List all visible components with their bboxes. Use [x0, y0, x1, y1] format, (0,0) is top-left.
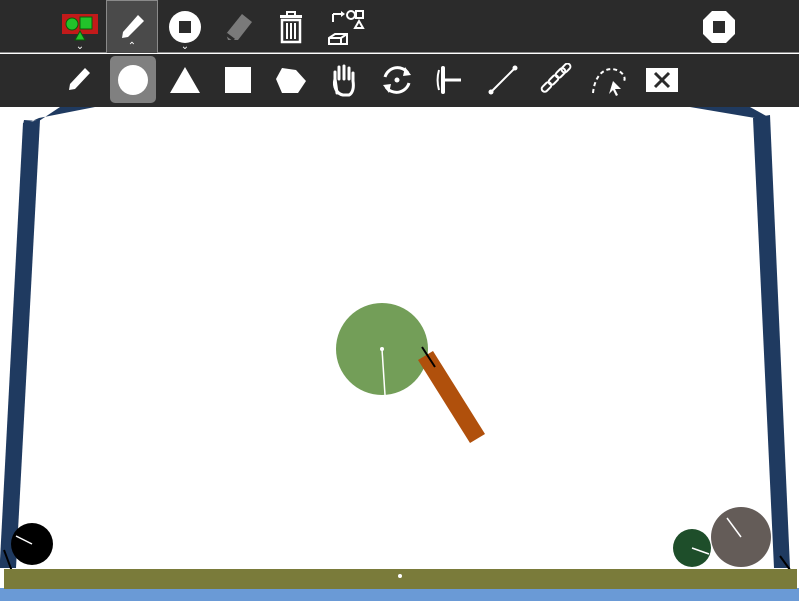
delete-all-button[interactable] — [266, 0, 316, 53]
physics-canvas[interactable] — [0, 107, 799, 601]
pencil-tool-button[interactable] — [56, 56, 102, 104]
chain-icon — [540, 63, 572, 93]
fixate-tool-button[interactable] — [427, 56, 473, 104]
square-shape-button[interactable] — [215, 56, 261, 104]
import-export-icon — [328, 9, 365, 45]
polygon-shape-button[interactable] — [268, 56, 314, 104]
triangle-shape-button[interactable] — [162, 56, 208, 104]
hand-icon — [333, 64, 355, 97]
delete-tool-button[interactable] — [639, 56, 685, 104]
black-ball[interactable] — [11, 523, 53, 565]
close-icon — [646, 68, 678, 92]
trace-icon — [592, 68, 626, 96]
fixate-icon — [436, 66, 461, 94]
circle-tool-button[interactable]: ⌄ — [160, 0, 210, 53]
square-icon — [225, 67, 251, 93]
right-wall — [690, 107, 794, 575]
polygon-icon — [276, 68, 306, 93]
circle-tool-icon — [169, 10, 201, 43]
trash-icon — [280, 10, 302, 43]
import-export-button[interactable] — [320, 0, 370, 53]
main-toolbar: ⌄ ⌃ ⌄ — [0, 0, 799, 53]
left-wall — [0, 107, 95, 575]
rotate-tool-button[interactable] — [374, 56, 420, 104]
circle-tool-caret: ⌄ — [180, 41, 190, 52]
ground-platform — [4, 569, 797, 589]
gray-ball[interactable] — [711, 507, 771, 567]
draw-mode-caret: ⌃ — [127, 41, 137, 52]
stop-icon — [703, 10, 735, 43]
dark-green-ball[interactable] — [673, 529, 711, 567]
pencil-icon — [69, 68, 90, 90]
ground-center-marker — [398, 574, 402, 578]
stop-button[interactable] — [694, 0, 744, 53]
water-strip — [0, 588, 799, 601]
eraser-button[interactable] — [214, 0, 264, 53]
eraser-icon — [225, 13, 252, 41]
orange-bar[interactable] — [418, 346, 485, 443]
shape-toolbar — [0, 54, 799, 107]
circle-shape-button[interactable] — [110, 56, 156, 103]
scene-mode-button[interactable]: ⌄ — [55, 0, 105, 53]
scene-mode-caret: ⌄ — [75, 41, 85, 52]
rod-icon — [488, 65, 518, 95]
chain-tool-button[interactable] — [533, 56, 579, 104]
rotate-icon — [383, 66, 411, 94]
rod-tool-button[interactable] — [480, 56, 526, 104]
trace-tool-button[interactable] — [586, 56, 632, 104]
circle-icon — [118, 64, 148, 95]
draw-mode-button[interactable]: ⌃ — [106, 0, 158, 53]
hand-tool-button[interactable] — [321, 56, 367, 104]
green-ball[interactable] — [336, 303, 428, 396]
pencil-icon — [122, 15, 144, 38]
triangle-icon — [170, 67, 200, 93]
